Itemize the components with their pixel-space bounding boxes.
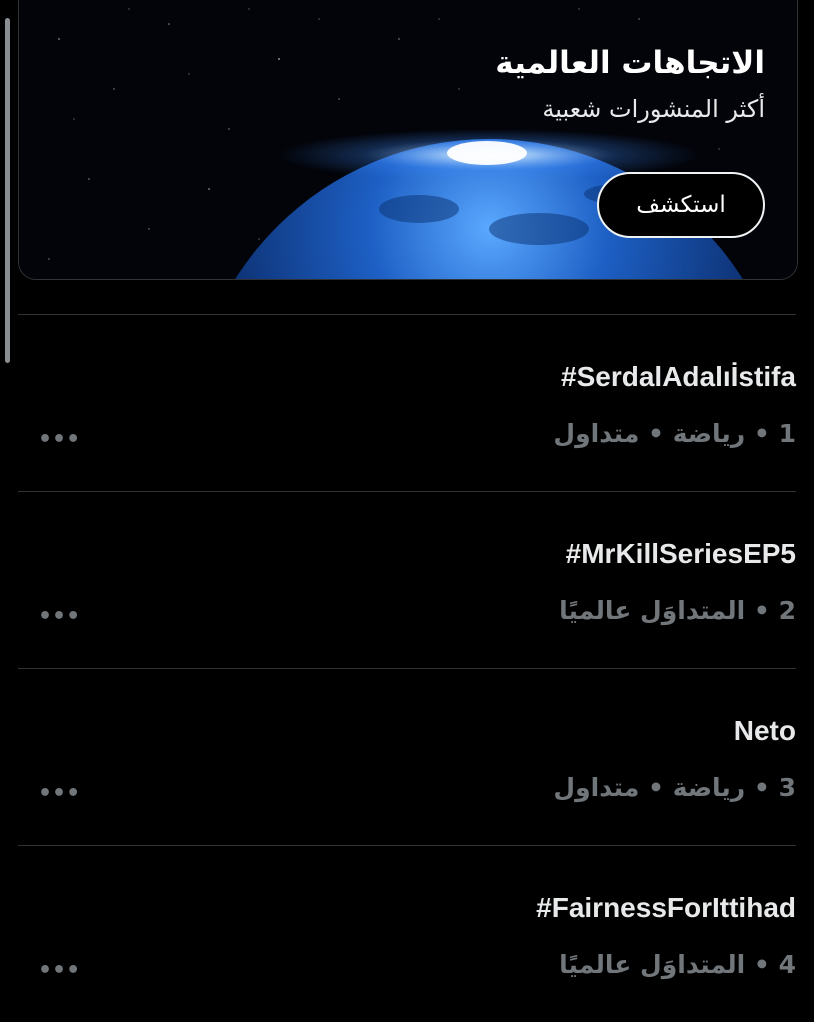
trend-name: #MrKillSeriesEP5 [565,538,796,569]
trend-item[interactable]: #SerdalAdalıİstifa 1 • رياضة • متداول ••… [18,315,796,491]
more-options-icon[interactable]: ••• [38,783,80,805]
trend-name: #SerdalAdalıİstifa [561,361,796,392]
more-options-icon[interactable]: ••• [38,429,80,451]
explore-button[interactable]: استكشف [597,172,765,238]
banner-title: الاتجاهات العالمية [495,45,765,81]
scrollbar[interactable] [5,18,10,363]
trend-meta: 1 • رياضة • متداول [553,419,796,448]
banner-subtitle: أكثر المنشورات شعبية [542,95,765,123]
trend-meta: 2 • المتداوَل عالميًا [559,596,796,625]
trend-item[interactable]: Neto 3 • رياضة • متداول ••• [18,669,796,845]
trend-item[interactable]: #MrKillSeriesEP5 2 • المتداوَل عالميًا •… [18,492,796,668]
trend-meta: 4 • المتداوَل عالميًا [559,950,796,979]
more-options-icon[interactable]: ••• [38,960,80,982]
more-options-icon[interactable]: ••• [38,606,80,628]
trend-item[interactable]: #FairnessForIttihad 4 • المتداوَل عالميً… [18,846,796,1022]
trend-name: Neto [733,715,796,746]
global-trends-banner[interactable]: الاتجاهات العالمية أكثر المنشورات شعبية … [18,0,798,280]
trend-meta: 3 • رياضة • متداول [553,773,796,802]
trend-name: #FairnessForIttihad [536,892,796,923]
